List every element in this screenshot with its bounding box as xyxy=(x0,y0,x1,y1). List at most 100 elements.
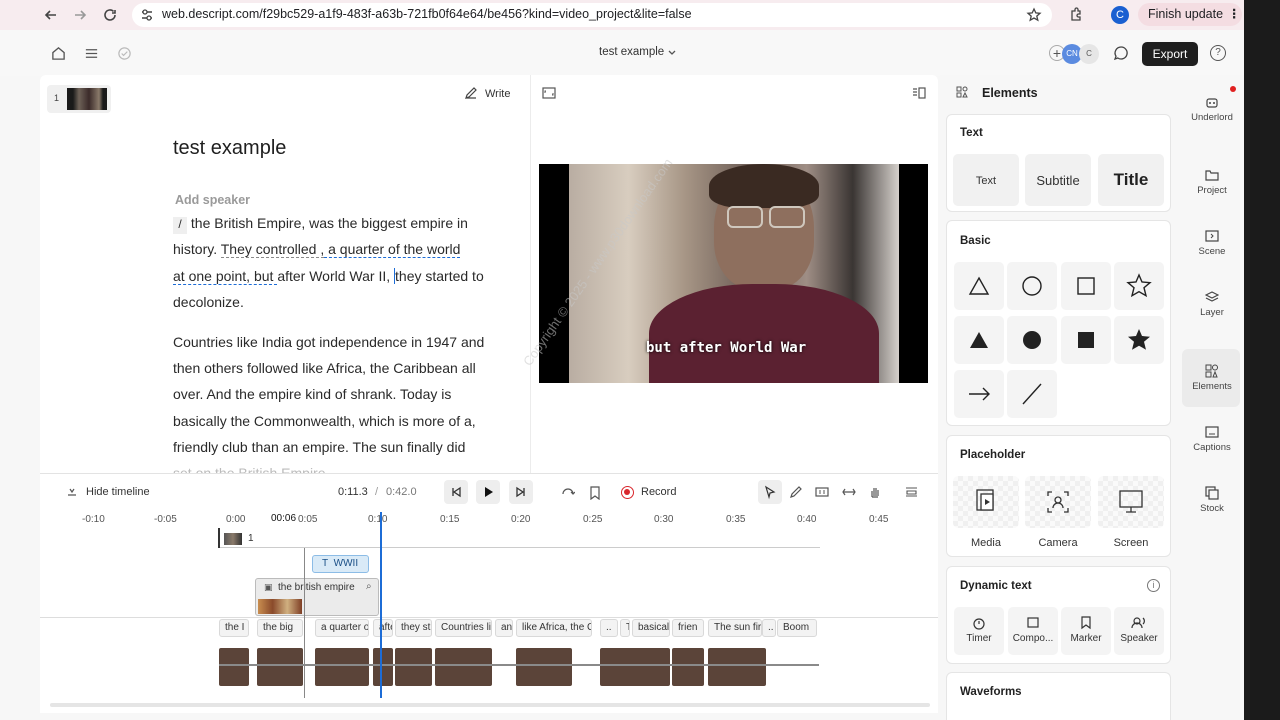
composition-tile[interactable]: Compo... xyxy=(1008,607,1058,655)
chevron-down-icon[interactable] xyxy=(667,48,677,58)
word-chip[interactable]: the big xyxy=(257,619,303,637)
rail-item-scene[interactable]: Scene xyxy=(1182,229,1242,257)
hide-timeline-button[interactable]: Hide timeline xyxy=(86,486,150,498)
word-chip[interactable]: Boom xyxy=(777,619,817,637)
gap-marker[interactable]: / xyxy=(173,217,187,234)
triangle-outline-icon[interactable] xyxy=(954,262,1004,310)
script-line[interactable]: Countries like India got independence in… xyxy=(173,334,484,350)
script-line[interactable]: / the British Empire, was the biggest em… xyxy=(173,215,468,234)
help-icon[interactable]: ? xyxy=(1210,45,1226,61)
trim-tool-icon[interactable] xyxy=(815,486,829,498)
hand-tool-icon[interactable] xyxy=(868,485,882,499)
word-chip[interactable]: like Africa, the C xyxy=(516,619,592,637)
layout-toggle-icon[interactable] xyxy=(912,87,926,99)
write-mode-button[interactable]: Write xyxy=(485,88,510,100)
add-speaker-button[interactable]: Add speaker xyxy=(175,193,250,207)
pin-icon[interactable]: ⌕ xyxy=(366,581,372,592)
aspect-ratio-icon[interactable] xyxy=(542,87,556,99)
menu-icon[interactable] xyxy=(84,46,99,61)
loop-icon[interactable] xyxy=(561,486,575,500)
script-word[interactable]: history. xyxy=(173,241,221,257)
word-chip[interactable]: basical xyxy=(632,619,670,637)
script-word[interactable]: The sun finally did xyxy=(353,439,466,455)
script-cursor-word[interactable]: they started to xyxy=(394,268,484,284)
rail-item-underlord[interactable]: Underlord xyxy=(1182,95,1242,123)
play-button[interactable] xyxy=(476,480,500,504)
record-button[interactable]: Record xyxy=(641,486,676,498)
collaborator-avatar[interactable]: C xyxy=(1079,44,1099,64)
video-clip-thumb[interactable] xyxy=(600,648,670,686)
skip-forward-button[interactable] xyxy=(509,480,533,504)
script-line[interactable]: decolonize. xyxy=(173,294,244,310)
extensions-icon[interactable] xyxy=(1068,7,1084,23)
word-chip[interactable]: Countries li xyxy=(435,619,492,637)
word-chip[interactable]: afte xyxy=(373,619,393,637)
video-clip-thumb[interactable] xyxy=(257,648,303,686)
pen-icon[interactable] xyxy=(464,86,478,100)
video-clip-thumb[interactable] xyxy=(373,648,393,686)
subtitle-tile[interactable]: Subtitle xyxy=(1025,154,1091,206)
arrow-icon[interactable] xyxy=(954,370,1004,418)
rail-item-captions[interactable]: Captions xyxy=(1182,425,1242,453)
back-icon[interactable] xyxy=(43,7,59,23)
star-outline-icon[interactable] xyxy=(1114,262,1164,310)
triangle-filled-icon[interactable] xyxy=(954,316,1004,364)
record-icon[interactable] xyxy=(621,486,634,499)
timeline-layout-icon[interactable] xyxy=(905,486,918,498)
script-title[interactable]: test example xyxy=(173,137,286,160)
skip-back-button[interactable] xyxy=(444,480,468,504)
circle-filled-icon[interactable] xyxy=(1007,316,1057,364)
word-chip[interactable]: frien xyxy=(672,619,704,637)
camera-placeholder-tile[interactable] xyxy=(1025,476,1091,528)
word-chip[interactable]: they st xyxy=(395,619,432,637)
video-clip-thumb[interactable] xyxy=(708,648,766,686)
timer-tile[interactable]: Timer xyxy=(954,607,1004,655)
script-word-linked[interactable]: a quarter of the world xyxy=(324,241,461,258)
bookmark-star-icon[interactable] xyxy=(1026,7,1042,23)
star-filled-icon[interactable] xyxy=(1114,316,1164,364)
word-chip[interactable]: a quarter o xyxy=(315,619,369,637)
comment-icon[interactable] xyxy=(1113,45,1129,61)
rail-item-stock[interactable]: Stock xyxy=(1182,486,1242,514)
script-word[interactable]: the British Empire, xyxy=(187,215,309,231)
word-chip[interactable]: T xyxy=(620,619,630,637)
square-outline-icon[interactable] xyxy=(1061,262,1111,310)
speaker-tile[interactable]: Speaker xyxy=(1114,607,1164,655)
reload-icon[interactable] xyxy=(102,7,118,23)
video-clip-thumb[interactable] xyxy=(219,648,249,686)
title-tile[interactable]: Title xyxy=(1098,154,1164,206)
line-icon[interactable] xyxy=(1007,370,1057,418)
pencil-tool-icon[interactable] xyxy=(789,485,803,499)
playhead[interactable] xyxy=(380,512,382,698)
forward-icon[interactable] xyxy=(72,7,88,23)
rail-item-elements[interactable]: Elements xyxy=(1182,364,1242,392)
word-chip[interactable]: .. xyxy=(762,619,776,637)
hide-timeline-icon[interactable] xyxy=(66,486,78,498)
text-clip[interactable]: T WWII xyxy=(312,555,369,573)
script-word[interactable]: friendly club than an empire. xyxy=(173,439,353,455)
script-line-faded[interactable]: set on the British Empire. xyxy=(173,465,329,473)
stretch-tool-icon[interactable] xyxy=(842,486,856,498)
script-line[interactable]: history. They controlled , a quarter of … xyxy=(173,241,461,258)
word-chip[interactable]: an xyxy=(495,619,513,637)
script-line[interactable]: over. And the empire kind of shrank. Tod… xyxy=(173,386,451,402)
rail-item-project[interactable]: Project xyxy=(1182,168,1242,196)
timeline-scrollbar[interactable] xyxy=(50,703,930,707)
script-line[interactable]: friendly club than an empire. The sun fi… xyxy=(173,439,465,455)
script-word[interactable]: the biggest empire in xyxy=(338,215,468,231)
text-tile[interactable]: Text xyxy=(953,154,1019,206)
script-word[interactable]: after World War II, xyxy=(277,268,394,284)
script-word[interactable]: was xyxy=(309,215,338,231)
video-clip-thumb[interactable] xyxy=(672,648,704,686)
doc-title[interactable]: test example xyxy=(599,46,664,58)
script-word[interactable]: like Africa, the Caribbean all xyxy=(302,360,476,376)
rail-item-layer[interactable]: Layer xyxy=(1182,290,1242,318)
script-word-linked[interactable]: at one point, but xyxy=(173,268,278,285)
finish-update-button[interactable]: Finish update ⋮ xyxy=(1138,3,1242,26)
media-placeholder-tile[interactable] xyxy=(953,476,1019,528)
script-word-selected[interactable]: They controlled , xyxy=(220,241,325,258)
script-word[interactable]: shrank. xyxy=(350,386,400,402)
video-caption[interactable]: but after World War xyxy=(646,340,806,356)
scene-thumbnail-card[interactable]: 1 xyxy=(47,85,111,113)
info-icon[interactable]: i xyxy=(1147,579,1160,592)
